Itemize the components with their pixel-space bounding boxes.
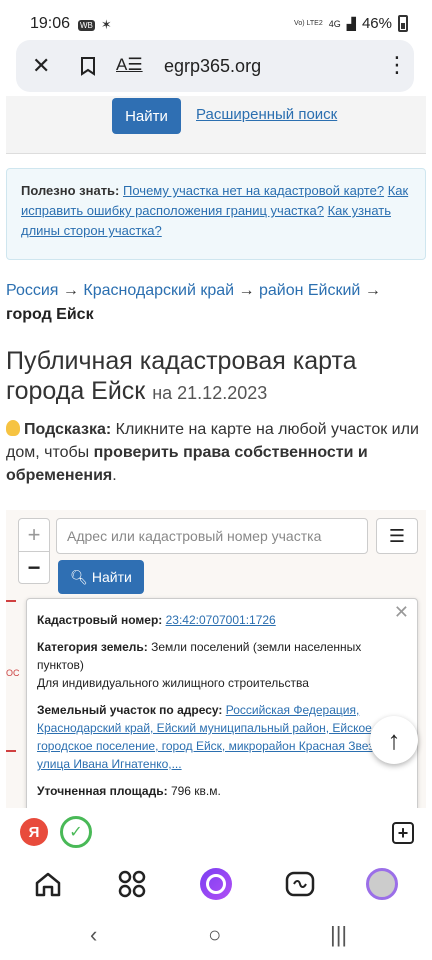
person-notification-icon: ✶	[100, 17, 112, 32]
plot-info-popup: ✕ Кадастровый номер: 23:42:0707001:1726 …	[26, 598, 418, 808]
more-vert-icon[interactable]: ⋮	[386, 52, 408, 78]
yandex-icon[interactable]: Я	[20, 818, 48, 846]
wb-notification-icon: WB	[78, 19, 95, 31]
breadcrumb-arrow: →	[364, 282, 381, 299]
breadcrumb-russia[interactable]: Россия	[6, 282, 58, 299]
find-button[interactable]: Найти	[112, 98, 181, 134]
cadastral-number-link[interactable]: 23:42:0707001:1726	[166, 613, 276, 627]
web-page: Найти Расширенный поиск Полезно знать: П…	[0, 96, 432, 808]
land-use-value: Для индивидуального жилищного строительс…	[37, 676, 309, 690]
breadcrumb-arrow: →	[238, 282, 255, 299]
status-time: 19:06	[30, 15, 71, 32]
land-category-label: Категория земель:	[37, 640, 148, 654]
system-nav-bar: ‹ ○ |||	[0, 914, 432, 960]
page-title-date: на 21.12.2023	[152, 383, 268, 403]
reader-icon[interactable]: A☰	[116, 55, 143, 75]
bookmark-icon[interactable]	[80, 56, 96, 76]
url-text[interactable]: egrp365.org	[164, 56, 261, 77]
avatar[interactable]	[366, 868, 398, 900]
search-section: Найти Расширенный поиск	[6, 96, 426, 154]
zoom-control: + −	[18, 518, 50, 584]
address-row: Земельный участок по адресу: Российская …	[37, 701, 407, 773]
tabs-icon[interactable]	[284, 868, 316, 900]
signal-icon: ▟	[346, 16, 356, 31]
search-icon: 🔍︎	[70, 568, 88, 585]
browser-nav-bar	[0, 856, 432, 914]
breadcrumb-arrow: →	[62, 282, 79, 299]
zoom-in-button[interactable]: +	[19, 519, 49, 551]
hint-label: Подсказка:	[24, 421, 112, 438]
battery-icon	[398, 15, 408, 32]
home-icon[interactable]	[32, 868, 64, 900]
back-icon[interactable]: ‹	[90, 922, 97, 948]
advanced-search-link[interactable]: Расширенный поиск	[196, 106, 337, 123]
close-icon[interactable]: ✕	[394, 603, 409, 621]
status-indicators: Vo) LTE2 4G ▟ 46%	[294, 15, 408, 32]
recents-icon[interactable]: |||	[330, 922, 347, 948]
tip-prefix: Полезно знать:	[21, 183, 120, 198]
browser-address-bar[interactable]: ✕ A☰ egrp365.org ⋮	[16, 40, 414, 92]
new-tab-icon[interactable]: +	[392, 822, 414, 844]
map-menu-icon[interactable]: ☰	[376, 518, 418, 554]
scroll-up-button[interactable]: ↑	[370, 716, 418, 764]
breadcrumb-current: город Ейск	[6, 306, 94, 323]
useful-info-box: Полезно знать: Почему участка нет на кад…	[6, 168, 426, 260]
address-label: Земельный участок по адресу:	[37, 703, 223, 717]
alice-assistant-icon[interactable]	[200, 868, 232, 900]
land-category-row: Категория земель: Земли поселений (земли…	[37, 638, 407, 692]
arrow-up-icon: ↑	[387, 724, 401, 755]
hint-end: .	[112, 467, 117, 484]
volte-icon: Vo) LTE2	[294, 19, 323, 27]
area-label: Уточненная площадь:	[37, 784, 168, 798]
breadcrumb-district[interactable]: район Ейский	[259, 282, 360, 299]
network-type: 4G	[328, 18, 341, 29]
close-icon[interactable]: ✕	[32, 53, 50, 79]
map-find-button[interactable]: 🔍︎ Найти	[58, 560, 144, 594]
map-boundary-line	[6, 600, 16, 602]
map-boundary-line	[6, 750, 16, 752]
map-find-label: Найти	[91, 569, 132, 585]
cadastral-number-row: Кадастровый номер: 23:42:0707001:1726	[37, 611, 407, 629]
apps-grid-icon[interactable]	[116, 868, 148, 900]
map-search-input[interactable]: Адрес или кадастровый номер участка	[56, 518, 368, 554]
protect-check-icon[interactable]: ✓	[60, 816, 92, 848]
cadastral-number-label: Кадастровый номер:	[37, 613, 163, 627]
browser-toolbar-top: Я ✓ +	[0, 808, 432, 856]
breadcrumb-krasnodar[interactable]: Краснодарский край	[83, 282, 234, 299]
lightbulb-icon	[6, 420, 20, 436]
zoom-out-button[interactable]: −	[19, 551, 49, 583]
area-value: 796 кв.м.	[170, 784, 221, 798]
home-circle-icon[interactable]: ○	[208, 922, 221, 948]
tip-link-missing-plot[interactable]: Почему участка нет на кадастровой карте?	[123, 183, 384, 198]
area-row: Уточненная площадь: 796 кв.м.	[37, 782, 407, 800]
cadastral-map[interactable]: + − Адрес или кадастровый номер участка …	[6, 510, 426, 808]
hint-text: Подсказка: Кликните на карте на любой уч…	[6, 418, 426, 487]
battery-percent: 46%	[361, 15, 392, 32]
breadcrumb: Россия → Краснодарский край → район Ейск…	[6, 279, 416, 327]
status-notifications: WB ✶	[78, 17, 112, 33]
page-title: Публичная кадастровая карта города Ейск …	[6, 346, 426, 408]
map-label: ОС	[6, 668, 20, 678]
